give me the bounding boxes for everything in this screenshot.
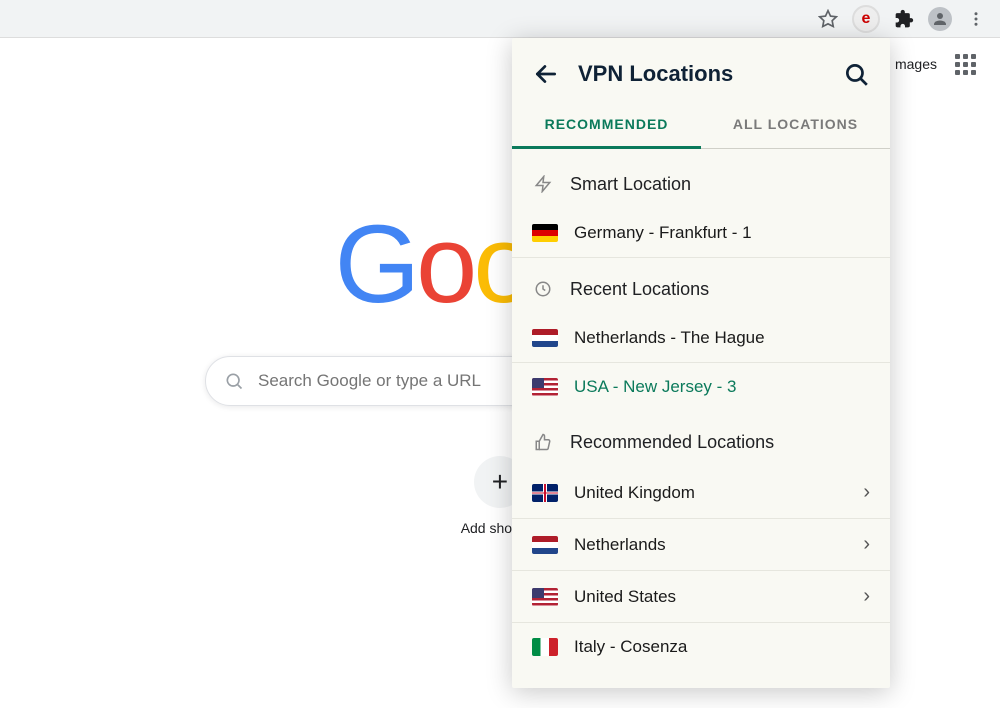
tab-recommended[interactable]: RECOMMENDED xyxy=(512,102,701,149)
vpn-popup: VPN Locations RECOMMENDED ALL LOCATIONS … xyxy=(512,38,890,688)
location-label: USA - New Jersey - 3 xyxy=(574,377,870,397)
smart-location-item[interactable]: Germany - Frankfurt - 1 xyxy=(512,209,890,258)
location-label: Netherlands - The Hague xyxy=(574,328,870,348)
recommended-location-item[interactable]: Netherlands › xyxy=(512,519,890,571)
flag-icon xyxy=(532,378,558,396)
browser-toolbar: e xyxy=(0,0,1000,38)
recommended-location-item[interactable]: United States › xyxy=(512,571,890,623)
recent-location-item[interactable]: Netherlands - The Hague xyxy=(512,314,890,363)
images-link-partial[interactable]: mages xyxy=(895,56,937,72)
vpn-list: Smart Location Germany - Frankfurt - 1 R… xyxy=(512,149,890,688)
chevron-right-icon: › xyxy=(863,533,870,556)
flag-icon xyxy=(532,484,558,502)
browser-menu-icon[interactable] xyxy=(966,9,986,29)
clock-icon xyxy=(532,278,554,300)
vpn-extension-icon[interactable]: e xyxy=(852,5,880,33)
chevron-right-icon: › xyxy=(863,481,870,504)
profile-avatar-icon[interactable] xyxy=(928,7,952,31)
recommended-location-item[interactable]: Italy - Cosenza xyxy=(512,623,890,671)
recent-location-item[interactable]: USA - New Jersey - 3 xyxy=(512,363,890,411)
flag-icon xyxy=(532,536,558,554)
flag-germany-icon xyxy=(532,224,558,242)
section-recommended: Recommended Locations xyxy=(512,411,890,467)
recent-locations-header: Recent Locations xyxy=(570,279,709,300)
thumbs-up-icon xyxy=(532,431,554,453)
vpn-title: VPN Locations xyxy=(578,61,824,87)
flag-icon xyxy=(532,329,558,347)
vpn-tabs: RECOMMENDED ALL LOCATIONS xyxy=(512,102,890,149)
flag-icon xyxy=(532,638,558,656)
section-recent: Recent Locations xyxy=(512,258,890,314)
recommended-locations-header: Recommended Locations xyxy=(570,432,774,453)
location-label: Italy - Cosenza xyxy=(574,637,870,657)
section-smart: Smart Location xyxy=(512,153,890,209)
search-icon xyxy=(224,371,244,391)
vpn-header: VPN Locations xyxy=(512,38,890,102)
back-arrow-icon[interactable] xyxy=(532,60,560,88)
bookmark-star-icon[interactable] xyxy=(818,9,838,29)
extensions-puzzle-icon[interactable] xyxy=(894,9,914,29)
flag-icon xyxy=(532,588,558,606)
recommended-location-item[interactable]: United Kingdom › xyxy=(512,467,890,519)
smart-location-label: Germany - Frankfurt - 1 xyxy=(574,223,870,243)
chevron-right-icon: › xyxy=(863,585,870,608)
location-label: United Kingdom xyxy=(574,483,847,503)
apps-grid-icon[interactable] xyxy=(955,54,976,75)
smart-location-header: Smart Location xyxy=(570,174,691,195)
tab-all-locations[interactable]: ALL LOCATIONS xyxy=(701,102,890,148)
location-label: United States xyxy=(574,587,847,607)
lightning-icon xyxy=(532,173,554,195)
location-label: Netherlands xyxy=(574,535,847,555)
search-icon[interactable] xyxy=(842,60,870,88)
